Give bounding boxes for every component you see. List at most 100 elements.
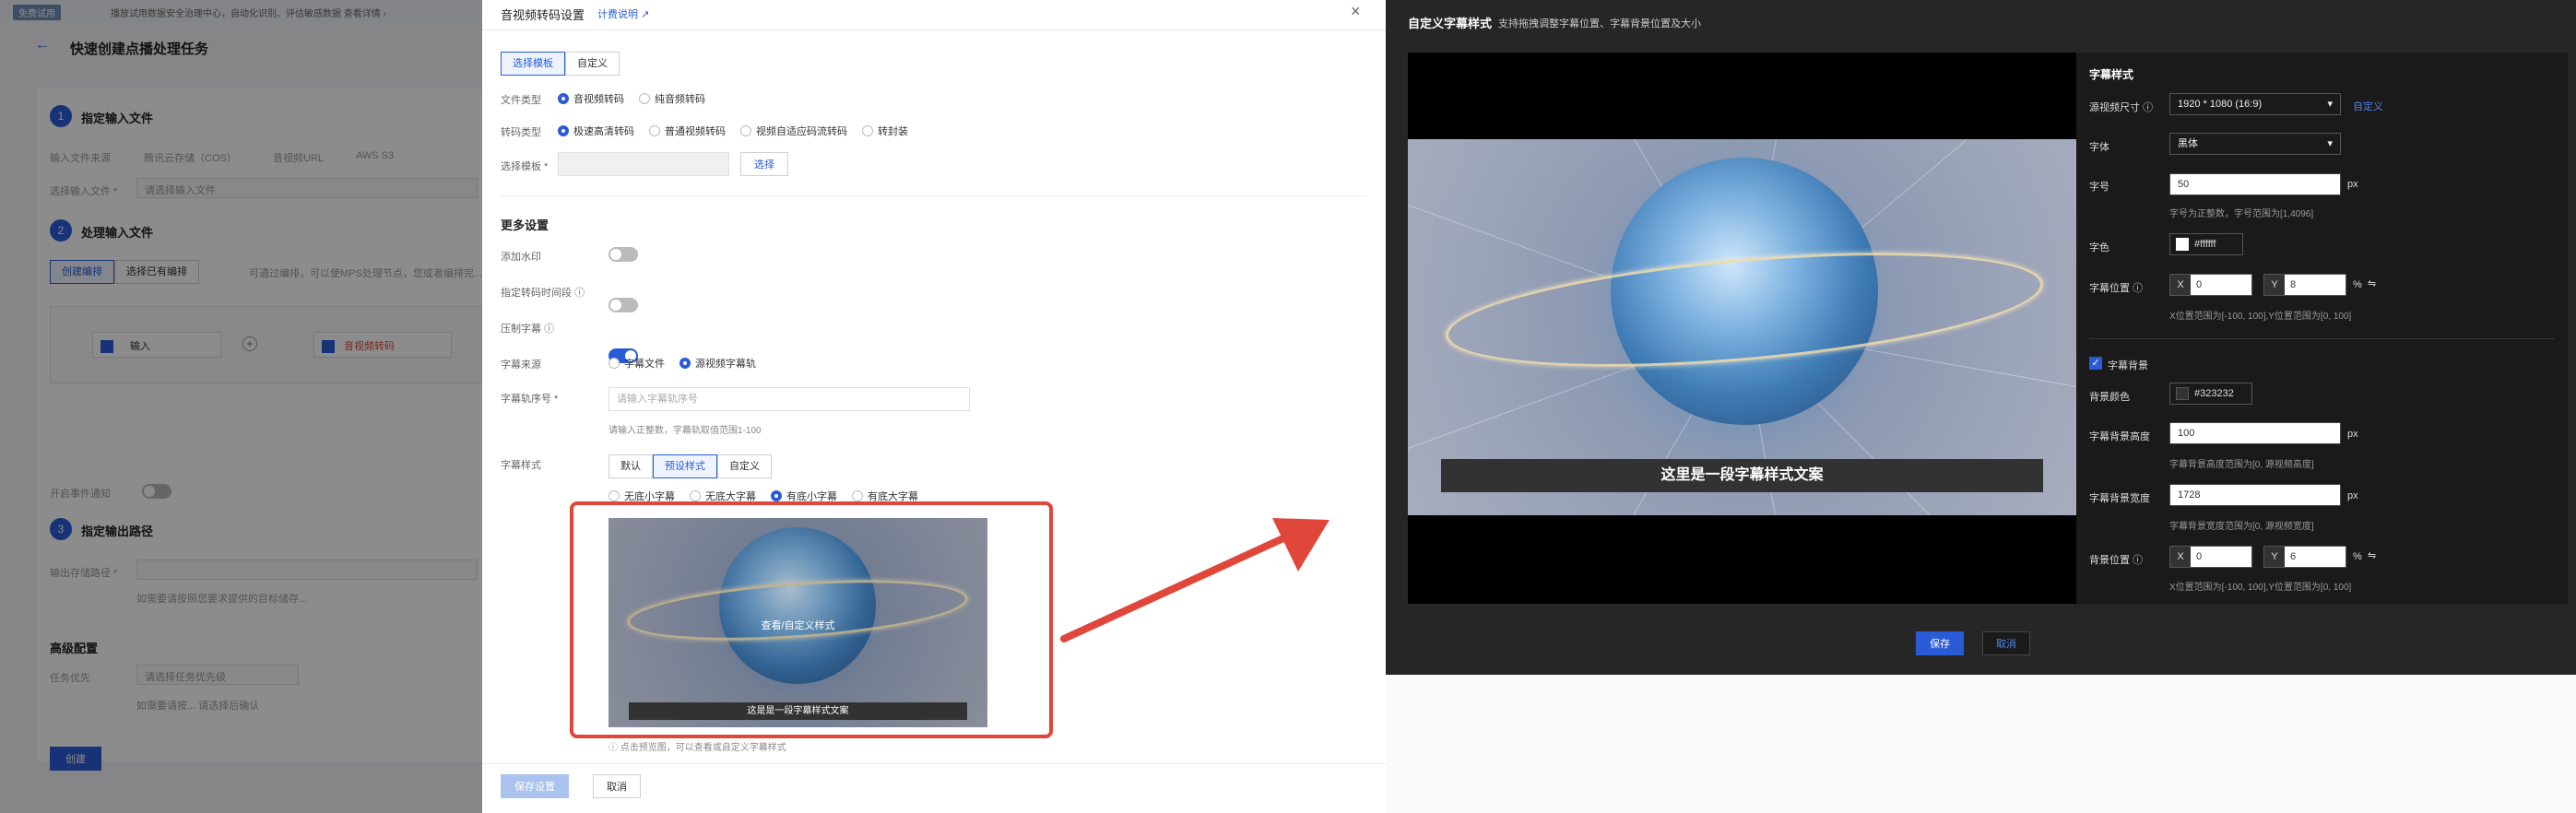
checkbox-checked-icon[interactable]: ✓	[2089, 357, 2102, 370]
radio-unchecked-icon	[862, 125, 873, 136]
bg-checkbox-label[interactable]: 字幕背景	[2108, 358, 2148, 372]
watermark-label: 添加水印	[501, 252, 541, 263]
custom-size-link[interactable]: 自定义	[2353, 99, 2383, 113]
font-select[interactable]: 黑体 ▾	[2169, 133, 2341, 155]
clip-toggle[interactable]	[609, 298, 638, 312]
fontsize-hint: 字号为正整数，字号范围为[1,4096]	[2169, 209, 2314, 219]
position-x-input[interactable]: X0	[2169, 274, 2252, 296]
style-settings-panel: 字幕样式 源视频尺寸 ⓘ 1920 * 1080 (16:9) ▾ 自定义 字体 …	[2076, 53, 2568, 604]
caret-down-icon: ▾	[2327, 138, 2333, 149]
radio-checked-icon	[771, 490, 782, 501]
external-link-icon: ↗	[641, 9, 650, 20]
bg-width-input[interactable]: 1728	[2169, 484, 2341, 506]
subtitle-source-group: 字幕文件 源视频字幕轨	[609, 356, 771, 371]
color-swatch	[2176, 238, 2189, 251]
file-type-label: 文件类型	[501, 95, 541, 106]
track-label: 字幕轨序号 *	[501, 394, 559, 405]
template-field[interactable]	[558, 152, 729, 176]
video-frame: 这里是一段字幕样式文案	[1408, 139, 2076, 515]
modal-cancel-button[interactable]: 取消	[1982, 631, 2030, 655]
transcode-type-group: 极速高清转码 普通视频转码 视频自适应码流转码 转封装	[558, 124, 923, 138]
modal-overlay[interactable]	[0, 0, 482, 813]
fontsize-label: 字号	[2089, 182, 2109, 193]
subtitle-burn-label: 压制字幕 ⓘ	[501, 324, 555, 335]
position-y-input[interactable]: Y8	[2263, 274, 2346, 296]
swap-icon[interactable]: ⇋	[2368, 277, 2376, 289]
pricing-link[interactable]: 计费说明 ↗	[597, 6, 649, 21]
more-settings-title: 更多设置	[501, 218, 549, 232]
modal-subtitle: 支持拖拽调整字幕位置、字幕背景位置及大小	[1498, 18, 1701, 29]
file-type-av[interactable]: 音视频转码	[558, 91, 624, 106]
transcode-type-fast-hd[interactable]: 极速高清转码	[558, 124, 634, 138]
save-settings-button[interactable]: 保存设置	[501, 774, 569, 798]
clip-label: 指定转码时间段 ⓘ	[501, 288, 585, 299]
bg-position-label: 背景位置 ⓘ	[2089, 555, 2144, 566]
modal-save-button[interactable]: 保存	[1916, 631, 1964, 655]
bg-height-hint: 字幕背景高度范围为[0, 源视频高度]	[2169, 460, 2314, 470]
info-icon: ⓘ	[609, 743, 618, 753]
font-label: 字体	[2089, 142, 2109, 153]
tab-style-custom[interactable]: 自定义	[717, 454, 772, 478]
divider	[501, 195, 1367, 196]
transcode-type-label: 转码类型	[501, 127, 541, 138]
swap-icon[interactable]: ⇋	[2368, 549, 2376, 561]
divider	[482, 29, 1386, 30]
style-tabs: 默认 预设样式 自定义	[609, 454, 772, 478]
transcode-type-normal[interactable]: 普通视频转码	[649, 124, 726, 138]
info-icon: ⓘ	[2133, 555, 2144, 566]
radio-checked-icon	[558, 93, 569, 104]
divider	[2089, 338, 2554, 339]
color-swatch	[2176, 387, 2189, 400]
size-select[interactable]: 1920 * 1080 (16:9) ▾	[2169, 93, 2341, 115]
size-label: 源视频尺寸 ⓘ	[2089, 102, 2154, 113]
bg-height-label: 字幕背景高度	[2089, 431, 2150, 442]
subtitle-source-label: 字幕来源	[501, 359, 541, 371]
file-type-group: 音视频转码 纯音频转码	[558, 91, 720, 106]
bg-width-label: 字幕背景宽度	[2089, 493, 2150, 504]
tab-style-default[interactable]: 默认	[609, 454, 653, 478]
fontsize-input[interactable]: 50	[2169, 173, 2341, 195]
bg-position-hint: X位置范围为[-100, 100],Y位置范围为[0, 100]	[2169, 583, 2352, 593]
bg-height-unit: px	[2347, 429, 2358, 440]
track-input[interactable]: 请输入字幕轨序号	[609, 387, 970, 411]
custom-subtitle-modal: 自定义字幕样式 支持拖拽调整字幕位置、字幕背景位置及大小 这里是一段字幕样式文案…	[1386, 0, 2576, 675]
transcode-type-adaptive[interactable]: 视频自适应码流转码	[740, 124, 847, 138]
subtitle-source-file[interactable]: 字幕文件	[609, 356, 665, 371]
preview-hint: ⓘ 点击预览图，可以查看或自定义字幕样式	[609, 743, 786, 753]
video-preview: 这里是一段字幕样式文案	[1408, 53, 2076, 604]
transcode-type-remux[interactable]: 转封装	[862, 124, 908, 138]
radio-unchecked-icon	[649, 125, 660, 136]
bg-height-input[interactable]: 100	[2169, 422, 2341, 444]
cancel-button[interactable]: 取消	[593, 774, 641, 798]
transcode-drawer: 音视频转码设置 计费说明 ↗ × 选择模板 自定义 文件类型 音视频转码 纯音频…	[482, 0, 1386, 813]
bg-position-y-input[interactable]: Y6	[2263, 546, 2346, 568]
radio-unchecked-icon	[609, 358, 620, 369]
draggable-subtitle-bar[interactable]: 这里是一段字幕样式文案	[1441, 459, 2043, 492]
color-picker[interactable]: #ffffff	[2169, 233, 2243, 255]
annotation-arrow	[1060, 518, 1329, 642]
bg-color-picker[interactable]: #323232	[2169, 383, 2252, 405]
info-icon: ⓘ	[2133, 283, 2144, 294]
radio-unchecked-icon	[690, 490, 701, 501]
modal-title: 自定义字幕样式	[1408, 17, 1493, 30]
radio-unchecked-icon	[639, 93, 650, 104]
close-icon[interactable]: ×	[1351, 2, 1361, 21]
select-template-button[interactable]: 选择	[740, 152, 788, 176]
info-icon: ⓘ	[544, 324, 555, 335]
watermark-toggle[interactable]	[609, 247, 638, 262]
subtitle-source-track[interactable]: 源视频字幕轨	[679, 356, 756, 371]
caret-down-icon: ▾	[2327, 99, 2333, 110]
tab-select-template[interactable]: 选择模板	[501, 52, 565, 76]
tab-custom[interactable]: 自定义	[565, 52, 620, 76]
radio-checked-icon	[679, 358, 691, 369]
bg-position-x-input[interactable]: X0	[2169, 546, 2252, 568]
section-title: 字幕样式	[2089, 68, 2134, 81]
file-type-audio[interactable]: 纯音频转码	[639, 91, 705, 106]
page-background	[1386, 675, 2576, 813]
tab-style-preset[interactable]: 预设样式	[653, 454, 717, 478]
position-hint: X位置范围为[-100, 100],Y位置范围为[0, 100]	[2169, 312, 2352, 322]
position-label: 字幕位置 ⓘ	[2089, 283, 2144, 294]
bg-width-hint: 字幕背景宽度范围为[0, 源视频宽度]	[2169, 522, 2314, 532]
track-hint: 请输入正整数，字幕轨取值范围1-100	[609, 426, 762, 436]
style-label: 字幕样式	[501, 460, 541, 471]
